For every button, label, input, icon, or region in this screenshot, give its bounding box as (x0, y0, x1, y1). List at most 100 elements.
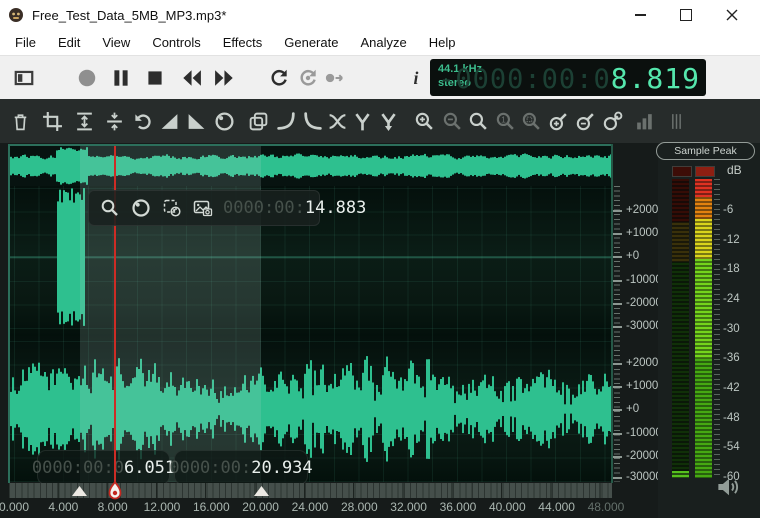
fast-forward-icon[interactable] (213, 66, 237, 90)
sidebar-toggle-icon[interactable] (12, 66, 36, 90)
split-channels-icon[interactable] (350, 109, 374, 133)
counter-dim-digits: -0000:00:0 (438, 64, 611, 95)
amplitude-major-tick (613, 280, 622, 282)
db-tick-label: -12 (723, 234, 740, 246)
menu-item-view[interactable]: View (91, 30, 141, 55)
zoom-one-to-one-icon[interactable]: 1 (493, 109, 517, 133)
db-tick-column (714, 179, 720, 478)
shrink-vertical-icon[interactable] (102, 109, 126, 133)
amplitude-major-tick (613, 456, 622, 458)
zoom-vertical-reset-icon[interactable] (600, 109, 624, 133)
smooth-rise-icon[interactable] (274, 109, 298, 133)
time-tick-label: 20.000 (237, 500, 285, 514)
magnifier-icon[interactable] (99, 197, 121, 219)
menu-item-analyze[interactable]: Analyze (349, 30, 417, 55)
smooth-fall-icon[interactable] (300, 109, 324, 133)
knob-icon[interactable] (130, 197, 152, 219)
copy-icon[interactable] (246, 109, 270, 133)
time-tick-label: 12.000 (138, 500, 186, 514)
snapshot-icon[interactable] (192, 197, 214, 219)
sample-peak-label: Sample Peak (674, 145, 736, 157)
title-bar: Free_Test_Data_5MB_MP3.mp3* (0, 0, 760, 30)
crossfade-icon[interactable] (325, 109, 349, 133)
menu-item-generate[interactable]: Generate (273, 30, 349, 55)
clip-indicator-right[interactable] (695, 166, 715, 177)
db-tick-label: -6 (723, 204, 733, 216)
amplitude-label: +0 (626, 403, 639, 415)
amplitude-major-tick (613, 433, 622, 435)
record-new-icon[interactable] (323, 66, 347, 90)
clip-indicator-left[interactable] (672, 166, 692, 177)
position-counter: -0000:00:08.819 (438, 62, 700, 95)
amplitude-major-tick (613, 409, 622, 411)
stop-icon[interactable] (143, 66, 167, 90)
speaker-icon[interactable] (716, 475, 742, 504)
selection-start-value: 6.051 (124, 458, 175, 478)
menu-item-help[interactable]: Help (418, 30, 467, 55)
sample-peak-button[interactable]: Sample Peak (656, 142, 755, 160)
amplitude-major-tick (613, 303, 622, 305)
menu-bar: FileEditViewControlsEffectsGenerateAnaly… (0, 30, 760, 55)
selection-end-marker[interactable] (254, 486, 269, 496)
counter-bright-digits: 8.819 (611, 62, 700, 95)
zoom-vertical-out-icon[interactable] (573, 109, 597, 133)
zoom-full-icon[interactable] (466, 109, 490, 133)
time-tick-label: 4.000 (39, 500, 87, 514)
zoom-vertical-in-icon[interactable] (546, 109, 570, 133)
db-unit-label: dB (727, 163, 742, 177)
selection-start-dim: 0000:00:0 (32, 458, 124, 478)
amplitude-major-tick (613, 363, 622, 365)
levels-meter-icon[interactable] (632, 109, 656, 133)
edit-toolbar: 1 (0, 99, 760, 143)
zoom-in-icon[interactable] (412, 109, 436, 133)
loop-playback-icon[interactable] (267, 66, 291, 90)
ocenaudio-window: { "window": { "title": "Free_Test_Data_5… (0, 0, 760, 518)
fade-out-icon[interactable] (184, 109, 208, 133)
menu-item-controls[interactable]: Controls (141, 30, 211, 55)
menu-item-file[interactable]: File (4, 30, 47, 55)
time-display: 44.1 kHz stereo -0000:00:08.819 (430, 59, 706, 96)
db-tick-label: -42 (723, 382, 740, 394)
playhead-marker[interactable] (107, 481, 123, 503)
maximize-button[interactable] (663, 0, 709, 30)
time-tick-label: 0.000 (0, 500, 38, 514)
loop-selection-icon[interactable] (296, 66, 320, 90)
fade-in-icon[interactable] (157, 109, 181, 133)
amplitude-label: -20000 (626, 297, 662, 309)
gain-knob-icon[interactable] (212, 109, 236, 133)
selection-length-counter: 0000:00:14.883 (223, 198, 366, 218)
amplitude-label: -10000 (626, 427, 662, 439)
info-icon[interactable]: i (404, 66, 428, 90)
toolbar-grip[interactable] (664, 109, 688, 133)
zoom-out-icon[interactable] (440, 109, 464, 133)
rewind-icon[interactable] (179, 66, 203, 90)
minimize-button[interactable] (617, 0, 663, 30)
svg-text:i: i (414, 68, 419, 88)
time-tick-label: 28.000 (335, 500, 383, 514)
record-icon[interactable] (75, 66, 99, 90)
selection-length-dim: 0000:00: (223, 198, 305, 218)
trim-icon[interactable] (40, 109, 64, 133)
amplitude-label: -30000 (626, 471, 662, 483)
db-tick-label: -30 (723, 323, 740, 335)
zoom-selection-icon[interactable] (519, 109, 543, 133)
amplitude-label: -30000 (626, 320, 662, 332)
delete-icon[interactable] (8, 109, 32, 133)
amplitude-major-tick (613, 386, 622, 388)
db-tick-label: -54 (723, 441, 740, 453)
expand-vertical-icon[interactable] (72, 109, 96, 133)
selection-start-marker[interactable] (72, 486, 87, 496)
level-meter-right (695, 179, 712, 478)
undo-icon[interactable] (130, 109, 154, 133)
close-button[interactable] (709, 0, 755, 30)
selection-knob-icon[interactable] (161, 197, 183, 219)
timeline-scrollbar[interactable] (9, 483, 612, 498)
amplitude-major-tick (613, 477, 622, 479)
svg-text:1: 1 (501, 114, 506, 124)
merge-channels-icon[interactable] (376, 109, 400, 133)
popup-icons (99, 197, 223, 219)
time-tick-label: 36.000 (434, 500, 482, 514)
pause-icon[interactable] (109, 66, 133, 90)
menu-item-effects[interactable]: Effects (212, 30, 274, 55)
menu-item-edit[interactable]: Edit (47, 30, 91, 55)
